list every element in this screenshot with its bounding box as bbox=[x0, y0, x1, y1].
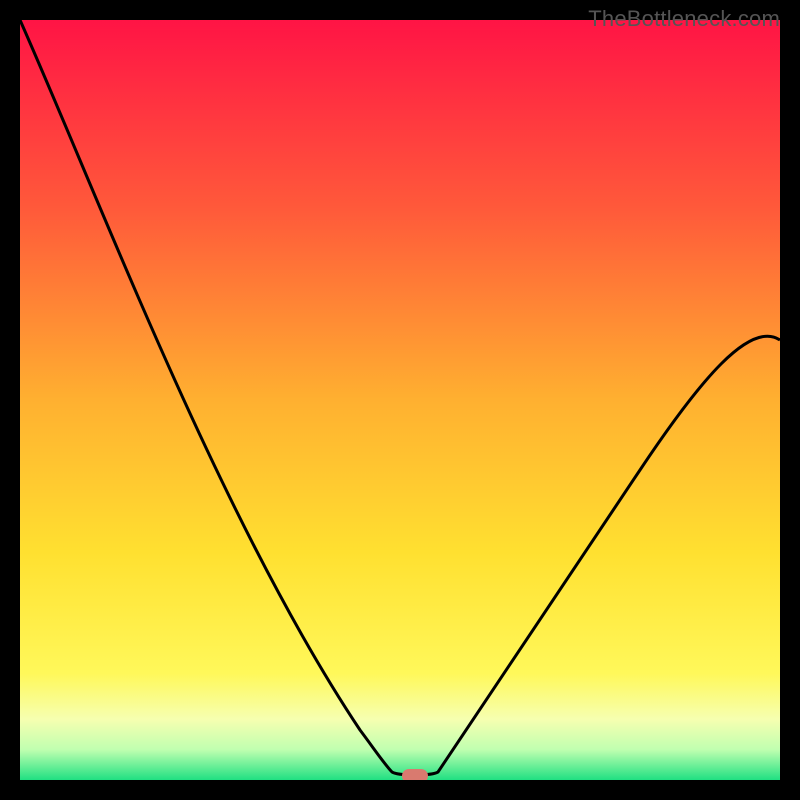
plot-area bbox=[20, 20, 780, 780]
watermark-text: TheBottleneck.com bbox=[588, 6, 780, 32]
optimal-marker bbox=[402, 769, 428, 780]
bottleneck-curve bbox=[20, 20, 780, 780]
curve-path bbox=[20, 20, 780, 775]
